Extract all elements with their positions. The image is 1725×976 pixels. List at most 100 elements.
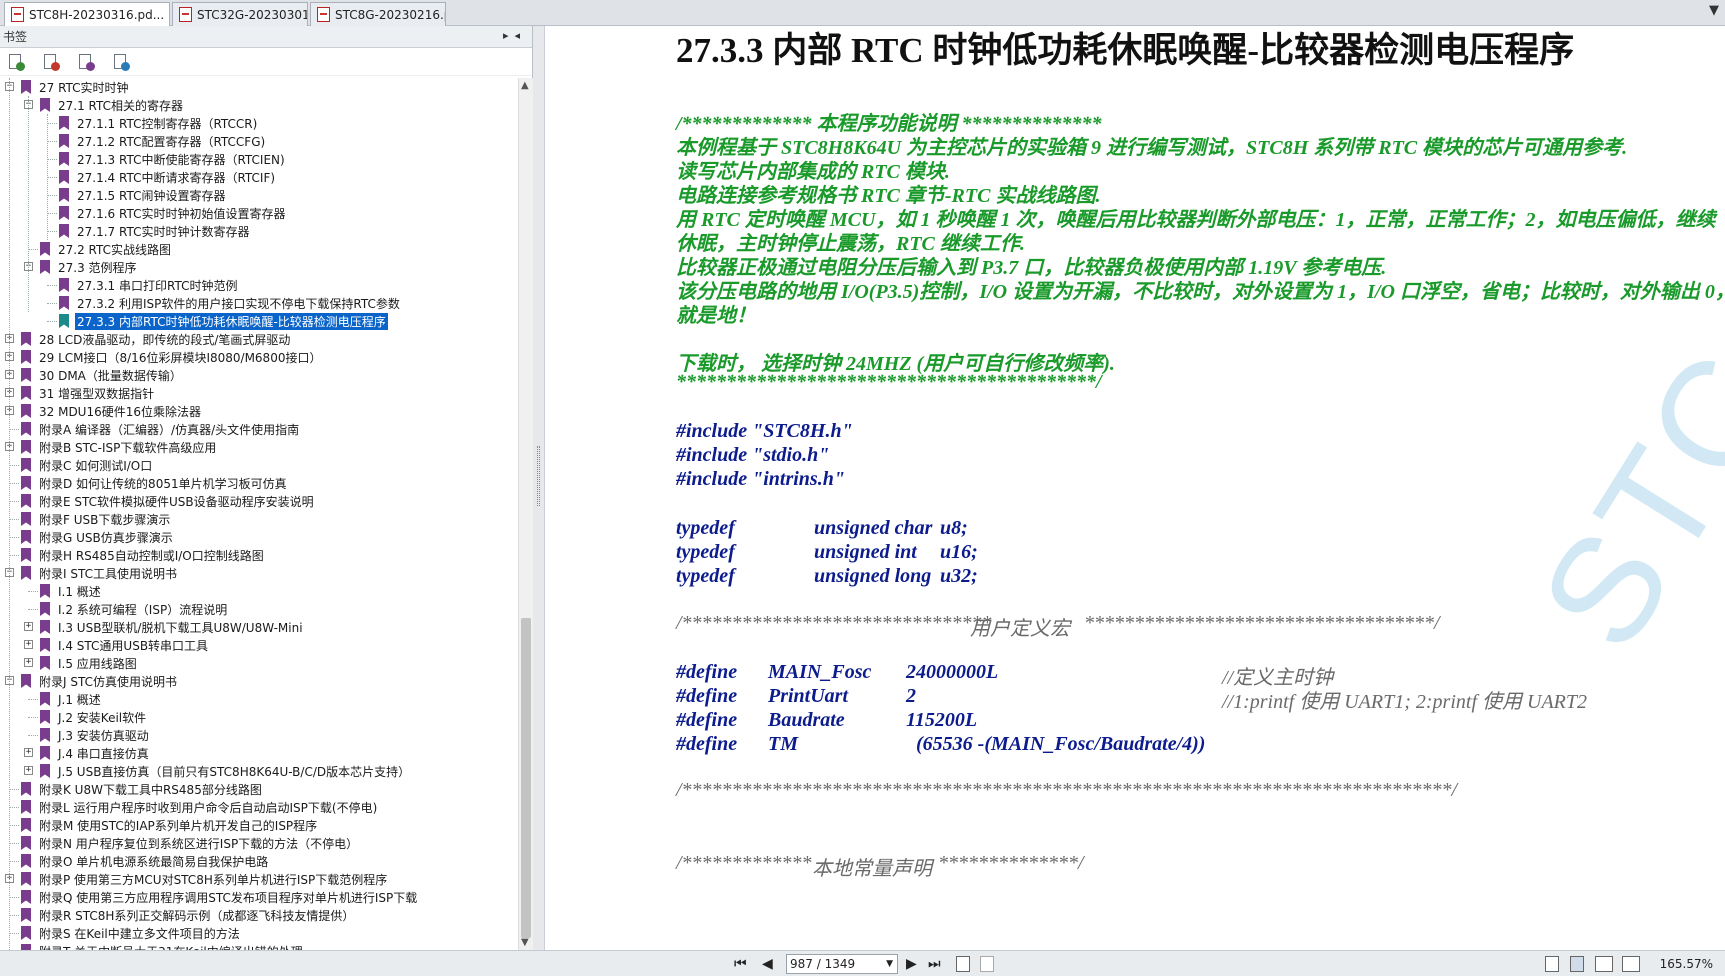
bookmark-icon bbox=[59, 134, 69, 148]
bookmark-icon bbox=[40, 602, 50, 616]
scrollbar-thumb[interactable] bbox=[521, 618, 531, 938]
bookmark-item[interactable]: 27.1 RTC相关的寄存器 bbox=[40, 96, 185, 114]
bookmark-item[interactable]: 27.2 RTC实战线路图 bbox=[40, 240, 173, 258]
tree-connector bbox=[28, 249, 38, 250]
last-page-button[interactable]: ⏭ bbox=[928, 956, 941, 972]
fit-width-icon[interactable] bbox=[980, 956, 994, 972]
bookmark-item[interactable]: 32 MDU16硬件16位乘除法器 bbox=[21, 402, 203, 420]
bookmark-label: 附录B STC-ISP下载软件高级应用 bbox=[39, 440, 217, 455]
expand-icon[interactable]: + bbox=[24, 640, 33, 649]
bookmark-item[interactable]: J.5 USB直接仿真（目前只有STC8H8K64U-B/C/D版本芯片支持） bbox=[40, 762, 412, 780]
bookmark-item[interactable]: 27.3.1 串口打印RTC时钟范例 bbox=[59, 276, 239, 294]
bookmark-item[interactable]: 30 DMA（批量数据传输） bbox=[21, 366, 184, 384]
bookmark-label: 附录F USB下载步骤演示 bbox=[39, 512, 171, 527]
bookmark-item[interactable]: J.3 安装仿真驱动 bbox=[40, 726, 151, 744]
bookmark-item[interactable]: 27.3 范例程序 bbox=[40, 258, 139, 276]
bookmark-label: 附录N 用户程序复位到系统区进行ISP下载的方法（不停电） bbox=[39, 836, 359, 851]
bookmark-item[interactable]: 附录S 在Keil中建立多文件项目的方法 bbox=[21, 924, 242, 942]
bookmark-item[interactable]: 27 RTC实时时钟 bbox=[21, 78, 131, 96]
bookmark-item[interactable]: I.5 应用线路图 bbox=[40, 654, 139, 672]
code-comment-line: ****************************************… bbox=[676, 371, 1102, 393]
bookmark-item[interactable]: 27.1.6 RTC实时时钟初始值设置寄存器 bbox=[59, 204, 287, 222]
expand-icon[interactable]: + bbox=[24, 766, 33, 775]
expand-icon[interactable]: + bbox=[24, 748, 33, 757]
tree-connector bbox=[47, 177, 57, 178]
bookmark-properties-icon[interactable] bbox=[78, 53, 95, 71]
bookmark-label: 附录R STC8H系列正交解码示例（成都逐飞科技友情提供） bbox=[39, 908, 355, 923]
bookmark-item[interactable]: 附录F USB下载步骤演示 bbox=[21, 510, 172, 528]
scroll-up-icon[interactable]: ▲ bbox=[521, 80, 529, 91]
continuous-facing-view-icon[interactable] bbox=[1622, 956, 1640, 972]
bookmark-item[interactable]: 27.1.1 RTC控制寄存器（RTCCR) bbox=[59, 114, 259, 132]
bookmark-item[interactable]: 附录K U8W下载工具中RS485部分线路图 bbox=[21, 780, 264, 798]
bookmark-item[interactable]: 附录C 如何测试I/O口 bbox=[21, 456, 154, 474]
bookmark-label: 附录G USB仿真步骤演示 bbox=[39, 530, 173, 545]
bookmark-item[interactable]: 附录R STC8H系列正交解码示例（成都逐飞科技友情提供） bbox=[21, 906, 356, 924]
panel-splitter[interactable] bbox=[533, 26, 545, 950]
tree-connector bbox=[28, 699, 38, 700]
bookmark-icon bbox=[21, 530, 31, 544]
bookmark-item[interactable]: 29 LCM接口（8/16位彩屏模块I8080/M6800接口） bbox=[21, 348, 323, 366]
continuous-view-icon[interactable] bbox=[1570, 956, 1584, 972]
bookmark-item[interactable]: 27.3.2 利用ISP软件的用户接口实现不停电下载保持RTC参数 bbox=[59, 294, 402, 312]
bookmark-item[interactable]: J.1 概述 bbox=[40, 690, 103, 708]
bookmark-item[interactable]: 附录G USB仿真步骤演示 bbox=[21, 528, 175, 546]
bookmark-item[interactable]: 附录B STC-ISP下载软件高级应用 bbox=[21, 438, 218, 456]
bookmark-item[interactable]: 附录M 使用STC的IAP系列单片机开发自己的ISP程序 bbox=[21, 816, 319, 834]
chevron-down-icon[interactable]: ▼ bbox=[886, 955, 893, 973]
bookmark-item[interactable]: 27.1.3 RTC中断使能寄存器（RTCIEN) bbox=[59, 150, 287, 168]
previous-page-button[interactable]: ◀ bbox=[762, 956, 773, 972]
bookmark-item[interactable]: I.1 概述 bbox=[40, 582, 103, 600]
next-page-button[interactable]: ▶ bbox=[906, 956, 917, 972]
add-bookmark-icon[interactable] bbox=[8, 53, 25, 71]
bookmark-item[interactable]: 27.3.3 内部RTC时钟低功耗休眠唤醒-比较器检测电压程序 bbox=[59, 312, 388, 330]
bookmark-item[interactable]: 附录H RS485自动控制或I/O口控制线路图 bbox=[21, 546, 266, 564]
bookmark-item[interactable]: I.2 系统可编程（ISP）流程说明 bbox=[40, 600, 229, 618]
expand-icon[interactable]: + bbox=[24, 658, 33, 667]
bookmark-item[interactable]: 27.1.7 RTC实时时钟计数寄存器 bbox=[59, 222, 251, 240]
fit-page-icon[interactable] bbox=[956, 956, 970, 972]
bookmark-item[interactable]: 附录P 使用第三方MCU对STC8H系列单片机进行ISP下载范例程序 bbox=[21, 870, 389, 888]
bookmark-item[interactable]: 28 LCD液晶驱动，即传统的段式/笔画式屏驱动 bbox=[21, 330, 292, 348]
bookmark-item[interactable]: 27.1.5 RTC闹钟设置寄存器 bbox=[59, 186, 227, 204]
bookmark-label: 27.1.3 RTC中断使能寄存器（RTCIEN) bbox=[77, 152, 285, 167]
bookmark-item[interactable]: 附录I STC工具使用说明书 bbox=[21, 564, 179, 582]
sidebar-scrollbar[interactable]: ▲ ▼ bbox=[518, 78, 533, 950]
tab-stc8g[interactable]: STC8G-20230216.p... bbox=[310, 2, 446, 26]
tab-list-dropdown-icon[interactable]: ▼ bbox=[1709, 3, 1719, 18]
bookmark-item[interactable]: I.4 STC通用USB转串口工具 bbox=[40, 636, 210, 654]
bookmark-item[interactable]: 附录A 编译器（汇编器）/仿真器/头文件使用指南 bbox=[21, 420, 301, 438]
facing-view-icon[interactable] bbox=[1595, 956, 1613, 972]
bookmark-item[interactable]: I.3 USB型联机/脱机下载工具U8W/U8W-Mini bbox=[40, 618, 305, 636]
bookmark-item[interactable]: 附录N 用户程序复位到系统区进行ISP下载的方法（不停电） bbox=[21, 834, 360, 852]
bookmark-label: I.3 USB型联机/脱机下载工具U8W/U8W-Mini bbox=[58, 620, 303, 635]
bookmark-item[interactable]: 27.1.2 RTC配置寄存器（RTCCFG) bbox=[59, 132, 267, 150]
bookmark-item[interactable]: 附录Q 使用第三方应用程序调用STC发布项目程序对单片机进行ISP下载 bbox=[21, 888, 419, 906]
bookmark-item[interactable]: J.4 串口直接仿真 bbox=[40, 744, 151, 762]
bookmark-label: J.2 安装Keil软件 bbox=[58, 710, 147, 725]
delete-bookmark-icon[interactable] bbox=[43, 53, 60, 71]
find-bookmark-icon[interactable] bbox=[113, 53, 130, 71]
bookmark-item[interactable]: 31 增强型双数据指针 bbox=[21, 384, 156, 402]
bookmark-item[interactable]: 27.1.4 RTC中断请求寄存器（RTCIF) bbox=[59, 168, 277, 186]
scroll-down-icon[interactable]: ▼ bbox=[521, 937, 529, 948]
splitter-grip[interactable] bbox=[537, 446, 540, 506]
bookmark-item[interactable]: 附录J STC仿真使用说明书 bbox=[21, 672, 179, 690]
first-page-button[interactable]: ⏮ bbox=[734, 956, 747, 972]
include-line: #include "STC8H.h" bbox=[676, 420, 853, 442]
tree-connector bbox=[9, 429, 19, 430]
comment-divider: /***************************************… bbox=[676, 779, 1458, 801]
page-number-input[interactable]: 987 / 1349 ▼ bbox=[786, 954, 898, 974]
expand-icon[interactable]: + bbox=[24, 622, 33, 631]
sidebar-collapse-controls[interactable]: ▸◂ bbox=[503, 29, 526, 42]
single-page-view-icon[interactable] bbox=[1545, 956, 1559, 972]
bookmark-item[interactable]: 附录E STC软件模拟硬件USB设备驱动程序安装说明 bbox=[21, 492, 316, 510]
bookmark-item[interactable]: 附录O 单片机电源系统最简易自我保护电路 bbox=[21, 852, 270, 870]
bookmark-item[interactable]: 附录T 关于中断号大于31在Keil中编译出错的处理 bbox=[21, 942, 305, 950]
tree-connector bbox=[9, 807, 19, 808]
bookmark-item[interactable]: 附录D 如何让传统的8051单片机学习板可仿真 bbox=[21, 474, 289, 492]
tab-stc32g[interactable]: STC32G-20230301.... bbox=[172, 2, 308, 26]
tab-stc8h[interactable]: STC8H-20230316.pd... ✕ bbox=[4, 2, 170, 26]
bookmark-item[interactable]: 附录L 运行用户程序时收到用户命令后自动启动ISP下载(不停电) bbox=[21, 798, 379, 816]
bookmark-item[interactable]: J.2 安装Keil软件 bbox=[40, 708, 148, 726]
